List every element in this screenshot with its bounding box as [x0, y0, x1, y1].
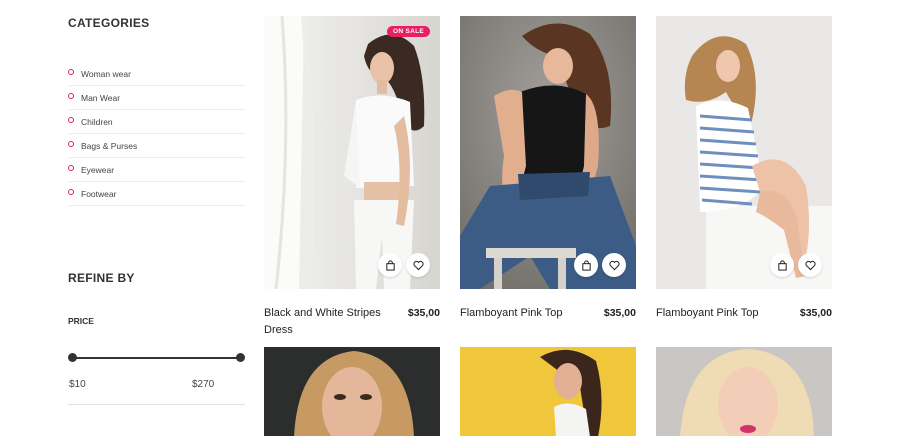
- slider-handle-min[interactable]: [68, 353, 77, 362]
- add-to-cart-button[interactable]: [574, 253, 598, 277]
- bullet-icon: [68, 164, 74, 171]
- price-max-value: $270: [192, 379, 215, 390]
- add-to-cart-button[interactable]: [378, 253, 402, 277]
- product-name[interactable]: Flamboyant Pink Top: [460, 305, 590, 322]
- refine-title: REFINE BY: [68, 271, 135, 285]
- product-image[interactable]: [264, 347, 440, 436]
- product-price: $35,00: [603, 307, 636, 319]
- shopping-bag-icon: [777, 259, 787, 271]
- price-filter-title: PRICE: [68, 316, 94, 326]
- divider: [68, 404, 245, 405]
- category-item-bags-purses[interactable]: Bags & Purses: [68, 134, 245, 158]
- price-range-slider[interactable]: [68, 352, 245, 364]
- price-min-value: $10: [69, 379, 86, 390]
- product-image[interactable]: [656, 16, 832, 289]
- category-list: Woman wear Man Wear Children Bags & Purs…: [68, 62, 245, 206]
- category-label: Footwear: [81, 188, 117, 199]
- shopping-bag-icon: [581, 259, 591, 271]
- slider-track: [72, 357, 241, 359]
- product-image[interactable]: [460, 347, 636, 436]
- category-item-children[interactable]: Children: [68, 110, 245, 134]
- category-item-footwear[interactable]: Footwear: [68, 182, 245, 206]
- category-label: Bags & Purses: [81, 140, 138, 151]
- sale-badge: ON SALE: [387, 26, 430, 37]
- category-label: Man Wear: [81, 92, 121, 103]
- category-label: Woman wear: [81, 68, 131, 79]
- category-item-man-wear[interactable]: Man Wear: [68, 86, 245, 110]
- bullet-icon: [68, 68, 74, 75]
- category-label: Children: [81, 116, 113, 127]
- shopping-bag-icon: [385, 259, 395, 271]
- product-image[interactable]: [656, 347, 832, 436]
- category-item-woman-wear[interactable]: Woman wear: [68, 62, 245, 86]
- wishlist-button[interactable]: [602, 253, 626, 277]
- product-name[interactable]: Black and White Stripes Dress: [264, 305, 394, 339]
- wishlist-button[interactable]: [406, 253, 430, 277]
- heart-icon: [412, 260, 424, 270]
- product-name[interactable]: Flamboyant Pink Top: [656, 305, 786, 322]
- add-to-cart-button[interactable]: [770, 253, 794, 277]
- product-price: $35,00: [407, 307, 440, 319]
- product-image[interactable]: ON SALE: [264, 16, 440, 289]
- bullet-icon: [68, 140, 74, 147]
- category-item-eyewear[interactable]: Eyewear: [68, 158, 245, 182]
- wishlist-button[interactable]: [798, 253, 822, 277]
- bullet-icon: [68, 116, 74, 123]
- slider-handle-max[interactable]: [236, 353, 245, 362]
- heart-icon: [804, 260, 816, 270]
- product-image[interactable]: [460, 16, 636, 289]
- product-price: $35,00: [799, 307, 832, 319]
- heart-icon: [608, 260, 620, 270]
- bullet-icon: [68, 188, 74, 195]
- category-label: Eyewear: [81, 164, 115, 175]
- categories-title: CATEGORIES: [68, 16, 150, 30]
- bullet-icon: [68, 92, 74, 99]
